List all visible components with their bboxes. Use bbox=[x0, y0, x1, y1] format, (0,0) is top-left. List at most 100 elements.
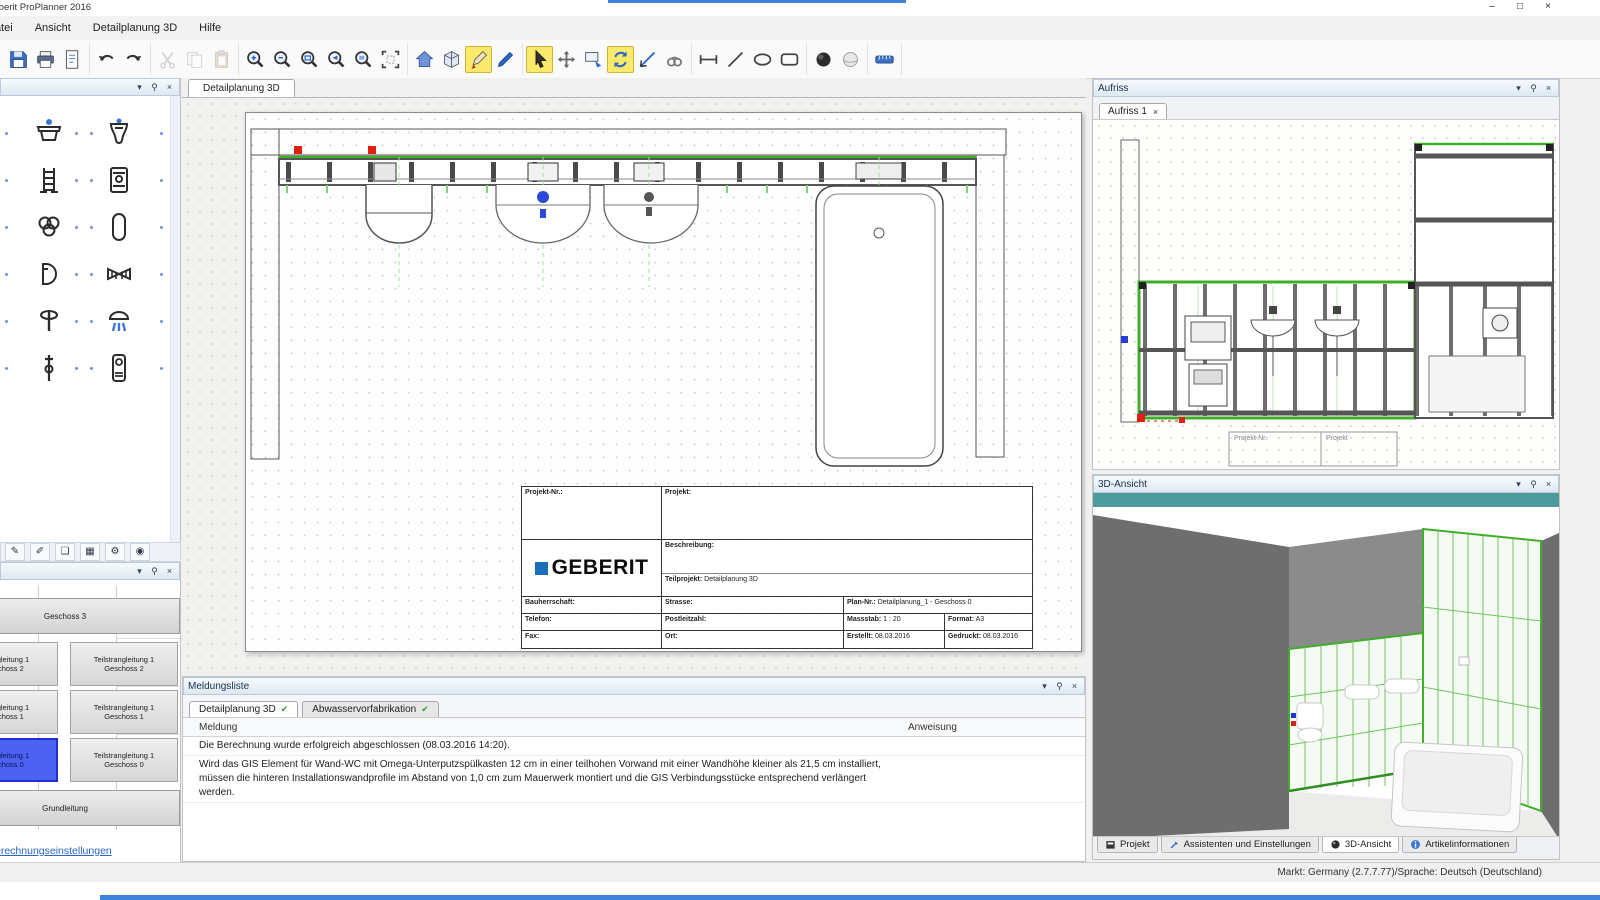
panel-close-icon[interactable]: × bbox=[1069, 681, 1080, 692]
target-tool-button[interactable]: ◉ bbox=[130, 543, 150, 561]
drawing-sheet[interactable]: Projekt-Nr.: Projekt: GEBERIT Beschreibu… bbox=[245, 112, 1082, 652]
panel-menu-icon[interactable]: ▾ bbox=[1039, 681, 1050, 692]
edit-tool-button[interactable]: ✎ bbox=[5, 543, 25, 561]
view3d-toolbar[interactable] bbox=[1093, 493, 1559, 508]
toolbar-button-redo[interactable] bbox=[120, 46, 147, 73]
calculation-settings-link[interactable]: Berechnungseinstellungen bbox=[0, 845, 112, 857]
elevation-canvas[interactable]: Projekt-Nr. Projekt bbox=[1093, 120, 1559, 469]
strand-bar-top[interactable]: Geschoss 3 bbox=[0, 598, 180, 634]
aufriss-tab-close-icon[interactable]: × bbox=[1153, 107, 1158, 117]
message-row[interactable]: Wird das GIS Element für Wand-WC mit Ome… bbox=[183, 756, 1085, 803]
panel-menu-icon[interactable]: ▾ bbox=[1513, 479, 1524, 490]
panel-pin-icon[interactable]: ⚲ bbox=[1054, 681, 1065, 692]
panel-close-icon[interactable]: × bbox=[164, 566, 175, 577]
strand-block-strangleitung-1-geschoss-1[interactable]: Strangleitung 1Geschoss 1 bbox=[0, 690, 58, 734]
palette-item-stop-valve[interactable] bbox=[14, 351, 84, 385]
panel-menu-icon[interactable]: ▾ bbox=[134, 82, 145, 93]
toolbar-button-dimension[interactable] bbox=[695, 46, 722, 73]
messages-tab-abwasservorfabrikation[interactable]: Abwasservorfabrikation✔ bbox=[302, 701, 438, 717]
toolbar-button-zoom-all[interactable] bbox=[350, 46, 377, 73]
toolbar-button-measure[interactable] bbox=[634, 46, 661, 73]
palette-item-pipe-coupling[interactable] bbox=[84, 257, 154, 291]
panel-pin-icon[interactable]: ⚲ bbox=[1528, 83, 1539, 94]
toolbar-button-cut[interactable] bbox=[154, 46, 181, 73]
toolbar-button-draw-ellipse[interactable] bbox=[749, 46, 776, 73]
toolbar-button-redline[interactable] bbox=[465, 46, 492, 73]
column-anweisung[interactable]: Anweisung bbox=[898, 722, 1085, 733]
toolbar-button-group-lock[interactable] bbox=[661, 46, 688, 73]
toolbar-button-zoom-in[interactable] bbox=[242, 46, 269, 73]
toolbar-button-print[interactable] bbox=[32, 46, 59, 73]
document-tab-detailplanung-3d[interactable]: Detailplanung 3D bbox=[188, 79, 295, 97]
palette-item-water-heater[interactable] bbox=[84, 351, 154, 385]
dock-tab-projekt[interactable]: Projekt bbox=[1097, 837, 1158, 853]
toolbar-button-sync[interactable] bbox=[607, 46, 634, 73]
plan-canvas[interactable]: Projekt-Nr.: Projekt: GEBERIT Beschreibu… bbox=[182, 98, 1086, 672]
dock-tab-artikelinformationen[interactable]: Artikelinformationen bbox=[1402, 837, 1517, 853]
panel-menu-icon[interactable]: ▾ bbox=[134, 566, 145, 577]
strand-block-teilstrangleitung-1-geschoss-0[interactable]: Teilstrangleitung 1Geschoss 0 bbox=[70, 738, 178, 782]
panel-pin-icon[interactable]: ⚲ bbox=[1528, 479, 1539, 490]
palette-item-bathtub[interactable] bbox=[84, 210, 154, 244]
viewport-3d[interactable] bbox=[1093, 507, 1559, 837]
menu-item-datei[interactable]: Datei bbox=[0, 19, 24, 37]
dock-tab-3d-ansicht[interactable]: 3D-Ansicht bbox=[1322, 837, 1399, 853]
panel-pin-icon[interactable]: ⚲ bbox=[149, 82, 160, 93]
toolbar-button-annotate[interactable] bbox=[492, 46, 519, 73]
pen-tool-button[interactable]: ✐ bbox=[30, 543, 50, 561]
toolbar-button-report[interactable] bbox=[59, 46, 86, 73]
palette-item-washtrough[interactable] bbox=[14, 116, 84, 150]
menu-item-ansicht[interactable]: Ansicht bbox=[24, 19, 82, 37]
panel-close-icon[interactable]: × bbox=[1543, 83, 1554, 94]
message-row[interactable]: Die Berechnung wurde erfolgreich abgesch… bbox=[183, 737, 1085, 756]
strand-block-strangleitung-1-geschoss-0[interactable]: Strangleitung 1Geschoss 0 bbox=[0, 738, 58, 782]
palette-item-shower[interactable] bbox=[84, 304, 154, 338]
strand-block-strangleitung-1-geschoss-2[interactable]: Strangleitung 1Geschoss 2 bbox=[0, 642, 58, 686]
maximize-button[interactable]: □ bbox=[1512, 1, 1528, 12]
toolbar-button-zoom-out[interactable] bbox=[269, 46, 296, 73]
toolbar-button-zoom-window[interactable] bbox=[296, 46, 323, 73]
menu-item-detailplanung-3d[interactable]: Detailplanung 3D bbox=[82, 19, 188, 37]
palette-item-installation-element[interactable] bbox=[14, 163, 84, 197]
settings-tool-button[interactable]: ⚙ bbox=[105, 543, 125, 561]
close-button[interactable]: × bbox=[1540, 1, 1556, 12]
toolbar-button-select[interactable] bbox=[526, 46, 553, 73]
toolbar-button-draw-rectangle[interactable] bbox=[776, 46, 803, 73]
toolbar-button-orbit[interactable] bbox=[438, 46, 465, 73]
strand-block-teilstrangleitung-1-geschoss-1[interactable]: Teilstrangleitung 1Geschoss 1 bbox=[70, 690, 178, 734]
toolbar-button-zoom-fit[interactable] bbox=[377, 46, 404, 73]
palette-item-cistern[interactable] bbox=[84, 163, 154, 197]
aufriss-tab[interactable]: Aufriss 1 × bbox=[1099, 103, 1167, 119]
panel-close-icon[interactable]: × bbox=[1543, 479, 1554, 490]
palette-item-tee-valve[interactable] bbox=[14, 304, 84, 338]
toolbar-button-workflow[interactable] bbox=[580, 46, 607, 73]
toolbar-button-draw-line[interactable] bbox=[722, 46, 749, 73]
panel-pin-icon[interactable]: ⚲ bbox=[149, 566, 160, 577]
column-meldung[interactable]: Meldung bbox=[183, 722, 898, 733]
panel-close-icon[interactable]: × bbox=[164, 82, 175, 93]
toolbar-button-paste[interactable] bbox=[208, 46, 235, 73]
toolbar-button-home-view[interactable] bbox=[411, 46, 438, 73]
toolbar-button-render-light[interactable] bbox=[837, 46, 864, 73]
palette-item-urinal[interactable] bbox=[84, 116, 154, 150]
grid-tool-button[interactable]: ▦ bbox=[80, 543, 100, 561]
toolbar-button-copy[interactable] bbox=[181, 46, 208, 73]
strand-bar-bottom[interactable]: Grundleitung bbox=[0, 790, 180, 826]
toolbar-button-save[interactable] bbox=[5, 46, 32, 73]
menu-item-hilfe[interactable]: Hilfe bbox=[188, 19, 232, 37]
dock-tab-assistenten-und-einstellungen[interactable]: Assistenten und Einstellungen bbox=[1161, 837, 1319, 853]
strand-block-teilstrangleitung-1-geschoss-2[interactable]: Teilstrangleitung 1Geschoss 2 bbox=[70, 642, 178, 686]
toolbar-button-move[interactable] bbox=[553, 46, 580, 73]
messages-tab-detailplanung-3d[interactable]: Detailplanung 3D✔ bbox=[189, 701, 298, 717]
palette-scrollbar[interactable] bbox=[170, 96, 180, 542]
minimize-button[interactable]: – bbox=[1484, 1, 1500, 12]
panel-menu-icon[interactable]: ▾ bbox=[1513, 83, 1524, 94]
palette-item-corner-basin[interactable] bbox=[14, 257, 84, 291]
toolbar-button-undo[interactable] bbox=[93, 46, 120, 73]
toolbar-button-render-dark[interactable] bbox=[810, 46, 837, 73]
palette-item-drain[interactable] bbox=[14, 210, 84, 244]
strand-schematic[interactable]: Geschoss 3 Strangleitung 1Geschoss 2 Teil… bbox=[0, 580, 180, 836]
toolbar-button-zoom-previous[interactable] bbox=[323, 46, 350, 73]
label-tool-button[interactable]: ❏ bbox=[55, 543, 75, 561]
toolbar-button-ruler[interactable] bbox=[871, 46, 898, 73]
